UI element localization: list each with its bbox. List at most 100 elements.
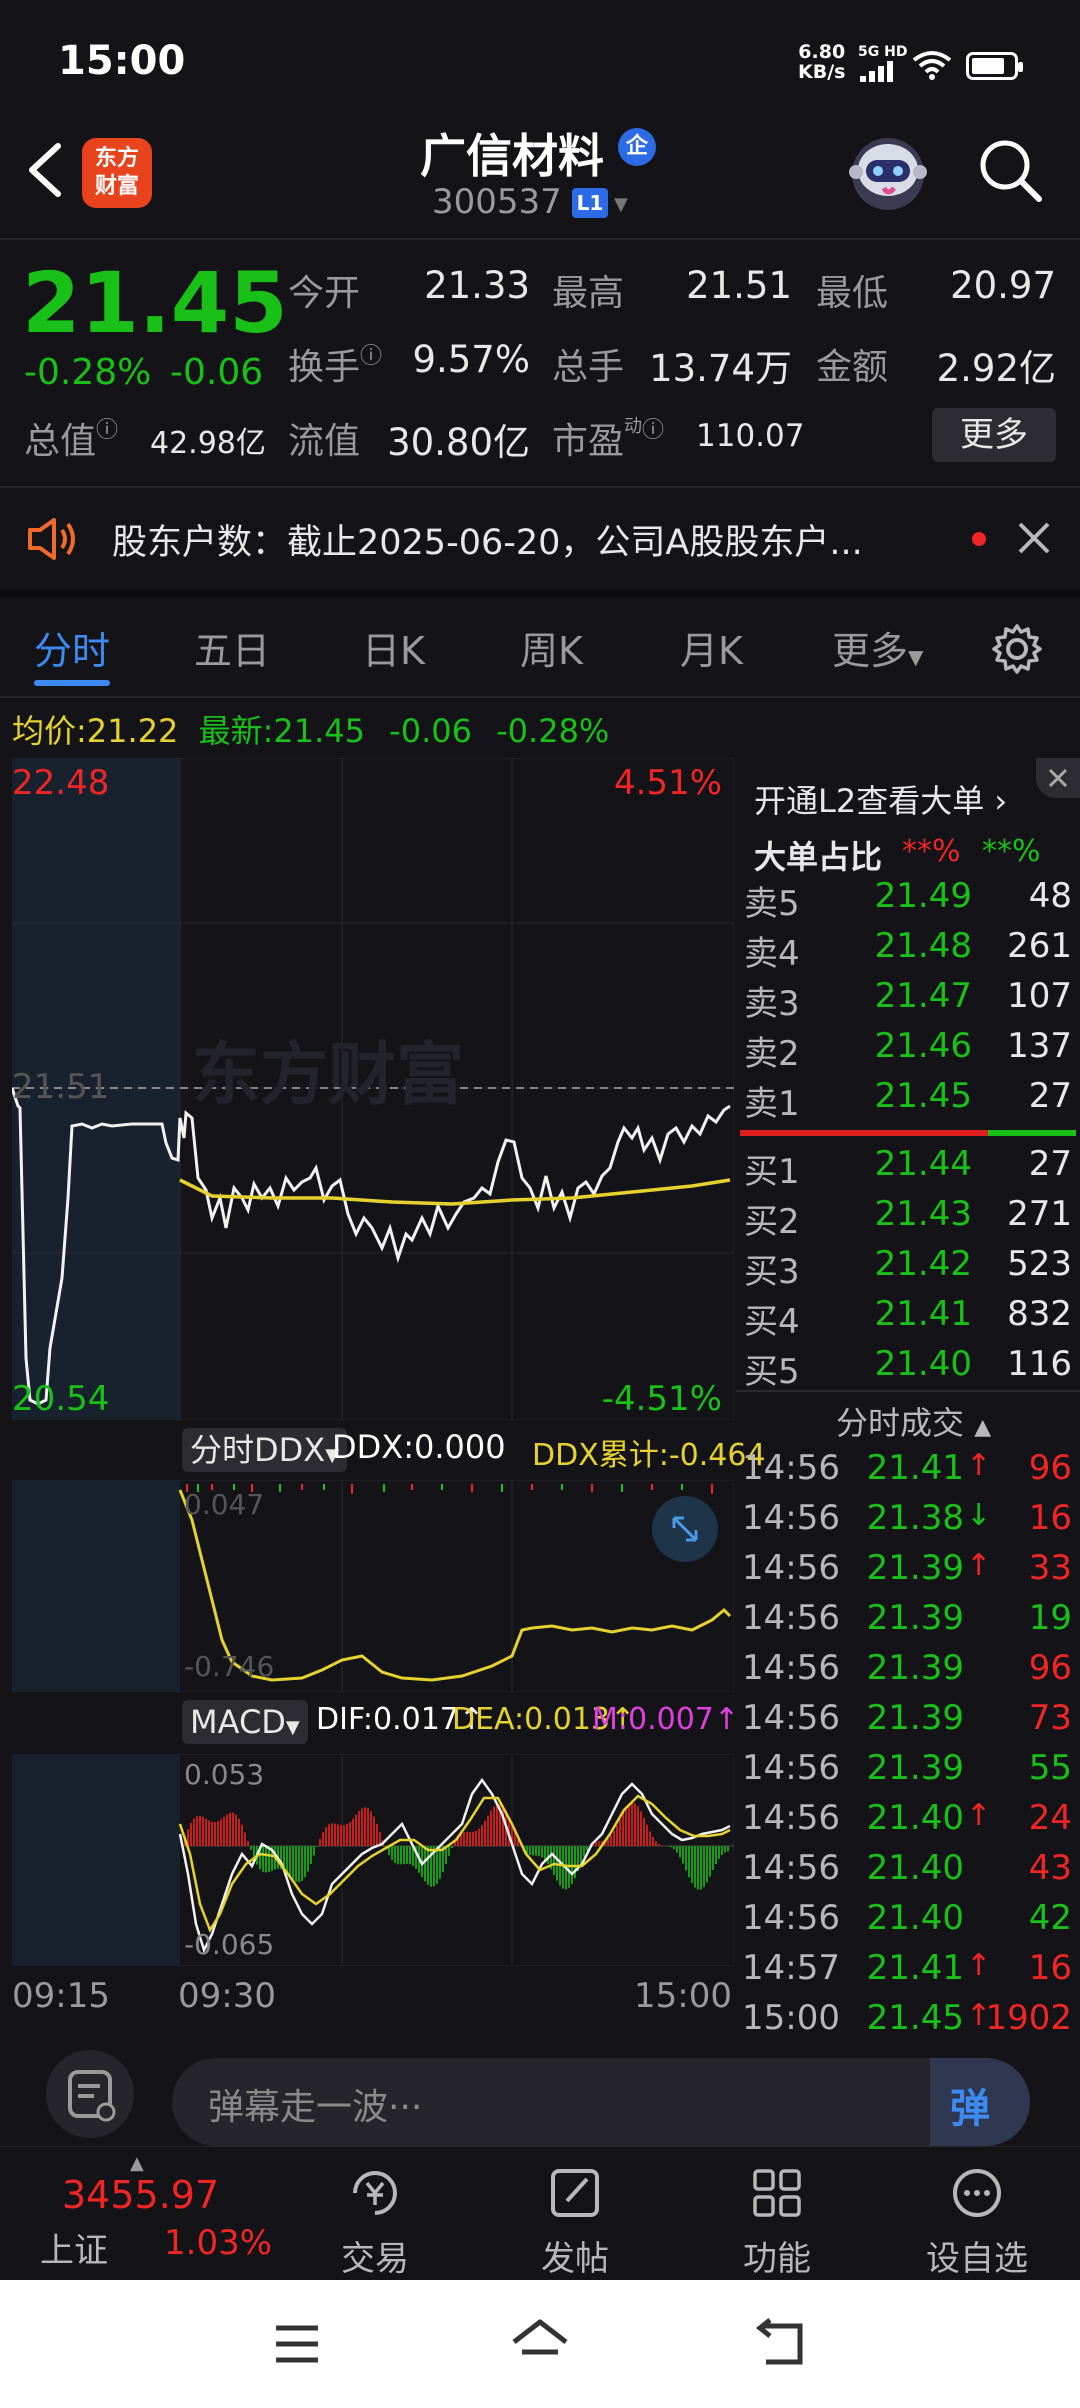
index-ticker[interactable]: ▲ 3455.97 上证 1.03% <box>0 2147 290 2281</box>
trade-price: 21.39 <box>866 1548 964 1588</box>
danmaku-toggle-button[interactable]: 弹 <box>930 2058 1030 2146</box>
comment-bar: 弹幕走一波··· <box>0 2036 1080 2146</box>
trade-volume: 16 <box>1028 1498 1072 1538</box>
ask-row[interactable]: 卖3 21.47 107 <box>736 972 1080 1024</box>
signal-type: 5G HD <box>858 44 908 60</box>
ddx-selector[interactable]: 分时DDX▼ <box>182 1428 348 1472</box>
open-value: 21.33 <box>424 264 530 307</box>
robot-assistant-icon[interactable] <box>844 128 932 216</box>
order-level-label: 买1 <box>744 1152 800 1192</box>
volume-value: 13.74万 <box>649 347 792 390</box>
ddx-chart[interactable]: 0.047 -0.746 <box>12 1480 734 1692</box>
trades-title[interactable]: 分时成交 ▲ <box>836 1398 991 1444</box>
wifi-icon <box>912 51 952 80</box>
grid-icon <box>753 2169 801 2217</box>
trade-direction-icon: ↑ <box>966 1798 992 1833</box>
battery-icon <box>966 52 1023 80</box>
trade-row: 14:56 21.40 43 <box>736 1844 1080 1892</box>
divider <box>0 696 1080 698</box>
bid-row[interactable]: 买3 21.42 523 <box>736 1240 1080 1292</box>
order-price: 21.42 <box>874 1244 972 1284</box>
tab-five-day[interactable]: 五日 <box>194 620 270 675</box>
bid-row[interactable]: 买5 21.40 116 <box>736 1340 1080 1392</box>
index-pct: 1.03% <box>164 2223 273 2263</box>
trade-volume: 33 <box>1028 1548 1072 1588</box>
order-price: 21.46 <box>874 1026 972 1066</box>
expand-button[interactable] <box>652 1496 718 1562</box>
bid-row[interactable]: 买2 21.43 271 <box>736 1190 1080 1242</box>
ask-row[interactable]: 卖2 21.46 137 <box>736 1022 1080 1074</box>
search-icon[interactable] <box>975 135 1045 205</box>
info-icon: ⓘ <box>360 344 383 369</box>
order-level-label: 买2 <box>744 1202 800 1242</box>
order-level-label: 卖4 <box>744 934 800 974</box>
pct-bottom-label: -4.51% <box>602 1379 722 1419</box>
trade-price: 21.39 <box>866 1598 964 1638</box>
chevron-down-icon[interactable]: ▼ <box>614 194 628 215</box>
trade-time: 14:57 <box>742 1948 840 1988</box>
trade-price: 21.45 <box>866 1998 964 2038</box>
trade-volume: 55 <box>1028 1748 1072 1788</box>
close-icon <box>1048 768 1068 788</box>
settings-gear-icon[interactable] <box>990 622 1044 676</box>
amount-value: 2.92亿 <box>936 347 1056 390</box>
close-promo-button[interactable] <box>1036 758 1080 798</box>
more-button[interactable]: 更多 <box>932 408 1056 462</box>
add-watchlist-button[interactable]: 设自选 <box>892 2147 1062 2281</box>
message-button[interactable] <box>46 2050 134 2138</box>
tab-more[interactable]: 更多▼ <box>832 620 923 675</box>
trade-volume: 19 <box>1028 1598 1072 1638</box>
trade-price: 21.41 <box>866 1948 964 1988</box>
trade-price: 21.40 <box>866 1848 964 1888</box>
mktcap-label: 总值ⓘ <box>24 418 119 462</box>
order-price: 21.43 <box>874 1194 972 1234</box>
volume-label: 总手 <box>552 347 625 388</box>
ask-row[interactable]: 卖1 21.45 27 <box>736 1072 1080 1124</box>
tab-weekly-k[interactable]: 周K <box>520 620 583 675</box>
danmaku-input[interactable]: 弹幕走一波··· <box>172 2058 1030 2146</box>
network-speed: 6.80 KB/s <box>798 41 846 83</box>
level-badge[interactable]: L1 <box>572 188 608 218</box>
macd-selector[interactable]: MACD▼ <box>182 1700 308 1744</box>
trade-row: 14:56 21.38 ↓ 16 <box>736 1494 1080 1542</box>
edit-icon <box>551 2169 599 2217</box>
divider <box>0 238 1080 240</box>
ddx-value: DDX:0.000 <box>332 1428 506 1466</box>
functions-button[interactable]: 功能 <box>692 2147 862 2281</box>
back-nav-icon[interactable] <box>752 2318 808 2368</box>
ddx-bottom-label: -0.746 <box>184 1650 274 1683</box>
back-icon[interactable] <box>22 140 66 200</box>
stock-header: 东方财富 广信材料 企 300537 L1 ▼ <box>0 120 1080 238</box>
trade-row: 14:56 21.39 73 <box>736 1694 1080 1742</box>
close-icon[interactable] <box>1016 520 1052 556</box>
ask-row[interactable]: 卖5 21.49 48 <box>736 872 1080 924</box>
menu-icon[interactable] <box>272 2322 322 2366</box>
big-order-buy-ratio: **% <box>982 834 1041 869</box>
post-button[interactable]: 发帖 <box>490 2147 660 2281</box>
l2-promo-link[interactable]: 开通L2查看大单 › <box>754 776 1007 822</box>
trade-button[interactable]: 交易 <box>290 2147 460 2281</box>
notice-banner[interactable]: 股东户数：截止2025-06-20，公司A股股东户... <box>0 488 1080 588</box>
notice-text[interactable]: 股东户数：截止2025-06-20，公司A股股东户... <box>112 514 863 565</box>
macd-m: M:0.007↑ <box>592 1702 740 1737</box>
order-price: 21.41 <box>874 1294 972 1334</box>
intraday-price-chart[interactable]: 东方财富 22.48 4.51% 21.51 20.54 -4.51% <box>12 758 734 1420</box>
ask-row[interactable]: 卖4 21.48 261 <box>736 922 1080 974</box>
y-top-label: 22.48 <box>12 763 109 803</box>
order-level-label: 卖5 <box>744 884 800 924</box>
avg-price-line: 均价:21.22 最新:21.45 -0.06 -0.28% <box>12 712 610 750</box>
trade-row: 14:56 21.39 19 <box>736 1594 1080 1642</box>
home-icon[interactable] <box>508 2316 572 2368</box>
tab-daily-k[interactable]: 日K <box>362 620 425 675</box>
info-icon: ⓘ <box>642 418 665 443</box>
tab-monthly-k[interactable]: 月K <box>680 620 743 675</box>
float-value: 30.80亿 <box>387 421 530 464</box>
bid-row[interactable]: 买1 21.44 27 <box>736 1140 1080 1192</box>
macd-chart[interactable]: 0.053 -0.065 <box>12 1754 734 1966</box>
index-value: 3455.97 <box>62 2173 220 2217</box>
order-volume: 523 <box>1007 1244 1072 1284</box>
bid-row[interactable]: 买4 21.41 832 <box>736 1290 1080 1342</box>
trade-price: 21.41 <box>866 1448 964 1488</box>
order-volume: 137 <box>1007 1026 1072 1066</box>
tab-intraday[interactable]: 分时 <box>34 620 110 675</box>
